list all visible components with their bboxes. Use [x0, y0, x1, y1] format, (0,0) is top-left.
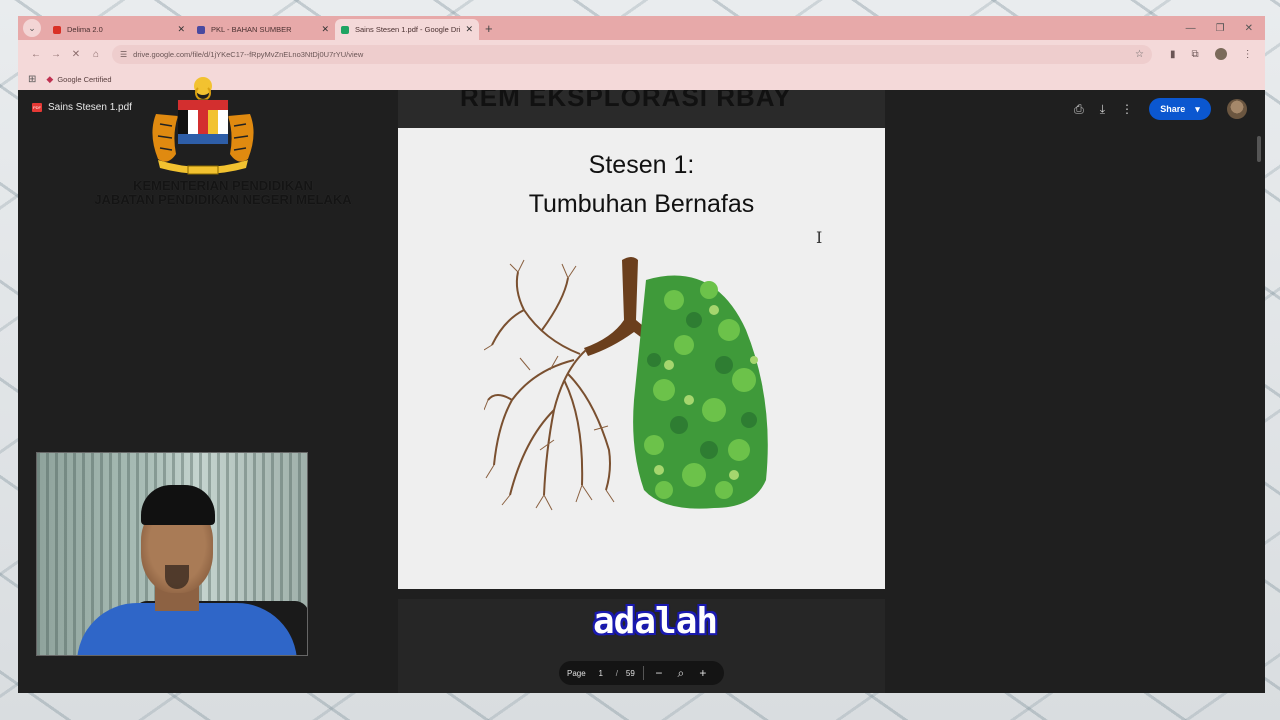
- drive-favicon-icon: [341, 25, 349, 34]
- file-name: Sains Stesen 1.pdf: [48, 102, 132, 113]
- pdf-page[interactable]: Stesen 1: Tumbuhan Bernafas I: [398, 128, 885, 589]
- ministry-heading: KEMENTERIAN PENDIDIKAN JABATAN PENDIDIKA…: [18, 179, 428, 207]
- tab-search-icon[interactable]: ⌄: [23, 19, 41, 37]
- ministry-line1: KEMENTERIAN PENDIDIKAN: [133, 178, 313, 193]
- page-label: Page: [567, 668, 586, 678]
- previous-page-text: REM EKSPLORASI RBAY: [460, 90, 792, 112]
- divider: [642, 666, 644, 680]
- file-title: PDF Sains Stesen 1.pdf: [32, 102, 132, 113]
- menu-icon[interactable]: ⋮: [1243, 49, 1253, 60]
- forms-favicon-icon: [197, 25, 205, 34]
- close-tab-icon[interactable]: ✕: [465, 24, 473, 35]
- close-window-icon[interactable]: ✕: [1245, 23, 1253, 34]
- total-pages: 59: [625, 668, 635, 678]
- site-info-icon[interactable]: ☰: [120, 50, 127, 59]
- close-tab-icon[interactable]: ✕: [177, 24, 185, 35]
- tab-title: Sains Stesen 1.pdf - Google Dri: [355, 25, 461, 34]
- presenter-songkok: [141, 485, 215, 525]
- forward-icon[interactable]: →: [46, 49, 66, 60]
- presenter-webcam: [36, 452, 308, 656]
- page-controls: Page 1 / 59 − ⌕ +: [559, 661, 724, 685]
- bookmark-google-certified[interactable]: Google Certified: [57, 75, 111, 84]
- google-certified-icon: ◆: [46, 73, 54, 84]
- apps-grid-icon[interactable]: ⊞: [28, 74, 36, 85]
- minimize-icon[interactable]: —: [1186, 23, 1196, 34]
- chevron-down-icon: ▾: [1195, 103, 1200, 114]
- close-tab-icon[interactable]: ✕: [321, 24, 329, 35]
- tree-lungs-illustration: [484, 257, 768, 511]
- page-separator: /: [615, 668, 618, 678]
- print-icon[interactable]: ⎙: [1074, 102, 1084, 117]
- scrollbar-thumb[interactable]: [1257, 136, 1261, 162]
- malaysia-coat-of-arms-logo: [152, 77, 254, 175]
- window-controls: — ❐ ✕: [1186, 23, 1265, 40]
- zoom-out-icon[interactable]: −: [652, 666, 666, 680]
- slide-title-line1: Stesen 1:: [588, 151, 695, 179]
- home-icon[interactable]: ⌂: [86, 49, 106, 60]
- new-tab-button[interactable]: +: [485, 21, 493, 36]
- stop-loading-icon[interactable]: ✕: [66, 49, 86, 60]
- slide-title-line2: Tumbuhan Bernafas: [528, 190, 755, 218]
- sidepanel-icon[interactable]: ▮: [1170, 49, 1176, 60]
- tab-strip: ⌄ Delima 2.0 ✕ PKL - BAHAN SUMBER ✕ Sain…: [18, 16, 1265, 40]
- address-bar[interactable]: ☰ drive.google.com/file/d/1jYKeC17--fRpy…: [112, 44, 1152, 64]
- profile-avatar[interactable]: [1214, 48, 1227, 60]
- viewer-actions: ⎙ ⤓ ⋮ Share ▾: [1074, 98, 1247, 120]
- more-options-icon[interactable]: ⋮: [1121, 102, 1133, 116]
- account-avatar[interactable]: [1227, 99, 1247, 119]
- presenter-beard: [165, 565, 189, 589]
- extensions-icon[interactable]: ⧉: [1192, 49, 1199, 60]
- share-button[interactable]: Share ▾: [1149, 98, 1211, 120]
- toolbar-actions: ▮ ⧉ ⋮: [1170, 48, 1253, 60]
- pdf-file-icon: PDF: [32, 103, 42, 112]
- tab-title: PKL - BAHAN SUMBER: [211, 25, 292, 34]
- previous-page: REM EKSPLORASI RBAY: [398, 90, 885, 128]
- download-icon[interactable]: ⤓: [1100, 102, 1105, 117]
- current-page-input[interactable]: 1: [594, 669, 608, 678]
- share-label: Share: [1160, 104, 1186, 114]
- text-cursor-icon: I: [816, 228, 823, 247]
- ministry-line2: JABATAN PENDIDIKAN NEGERI MELAKA: [94, 192, 352, 207]
- tab-sains-stesen[interactable]: Sains Stesen 1.pdf - Google Dri ✕: [335, 19, 479, 40]
- delima-favicon-icon: [53, 25, 61, 34]
- restore-icon[interactable]: ❐: [1216, 23, 1225, 34]
- tab-pkl-bahan-sumber[interactable]: PKL - BAHAN SUMBER ✕: [191, 19, 335, 40]
- tab-title: Delima 2.0: [67, 25, 103, 34]
- tab-delima[interactable]: Delima 2.0 ✕: [47, 19, 191, 40]
- browser-window: ⌄ Delima 2.0 ✕ PKL - BAHAN SUMBER ✕ Sain…: [18, 16, 1265, 693]
- browser-toolbar: ← → ✕ ⌂ ☰ drive.google.com/file/d/1jYKeC…: [18, 40, 1265, 68]
- zoom-fit-icon[interactable]: ⌕: [674, 666, 688, 681]
- zoom-in-icon[interactable]: +: [696, 666, 710, 680]
- back-icon[interactable]: ←: [26, 49, 46, 60]
- slide-title: Stesen 1: Tumbuhan Bernafas: [398, 146, 885, 224]
- bookmark-star-icon[interactable]: ☆: [1135, 49, 1144, 60]
- video-subtitle: adalah: [592, 600, 719, 643]
- url-text: drive.google.com/file/d/1jYKeC17--fRpyMv…: [133, 49, 364, 59]
